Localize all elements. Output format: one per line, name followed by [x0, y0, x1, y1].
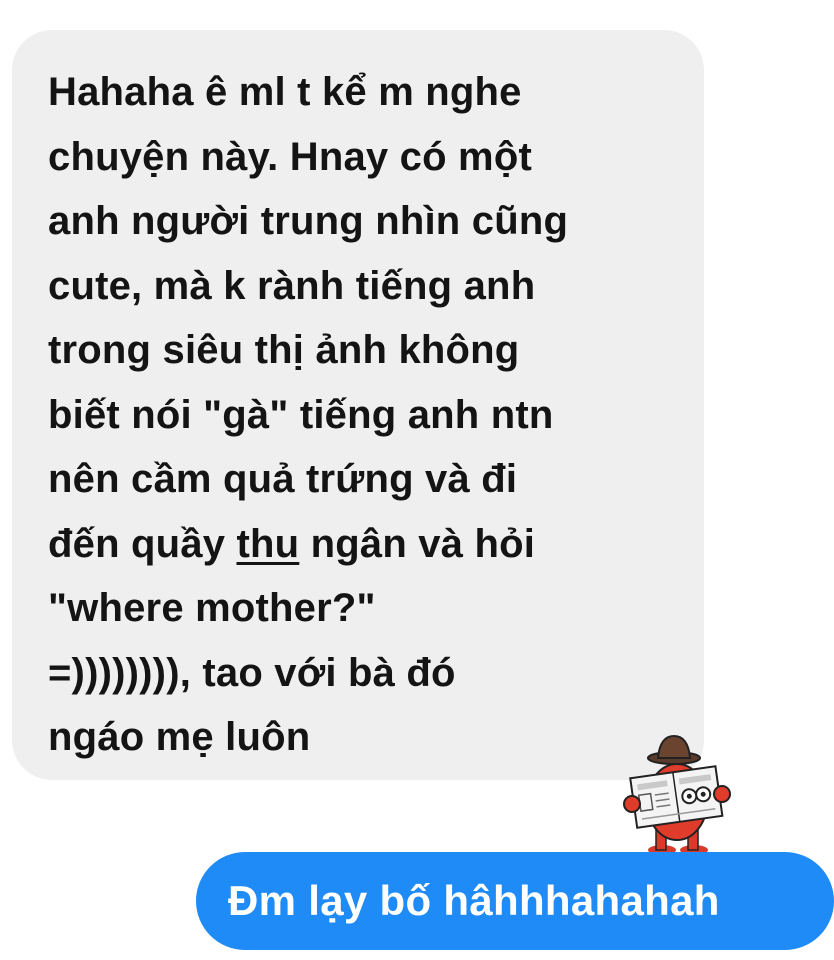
received-message-bubble[interactable]: Hahaha ê ml t kể m nghe chuyện này. Hnay… [12, 30, 704, 780]
underlined-word: thu [236, 521, 300, 566]
newspaper-reader-sticker-icon[interactable] [612, 722, 742, 857]
received-message-line: Hahaha ê ml t kể m nghe [48, 70, 522, 114]
received-message-line: "where mother?" [48, 586, 376, 630]
received-message-line: ngáo mẹ luôn [48, 715, 311, 759]
received-message-line: biết nói "gà" tiếng anh ntn [48, 392, 554, 437]
received-message-line: trong siêu thị ảnh không [48, 328, 520, 372]
received-message-line: =)))))))), tao với bà đó [48, 650, 456, 695]
received-message-line: chuyện này. Hnay có một [48, 134, 532, 179]
received-message-line-with-underline: đến quầy thu ngân và hỏi [48, 512, 684, 577]
line-part-before: đến quầy [48, 521, 237, 566]
line-part-after: ngân và hỏi [299, 521, 536, 566]
sent-message-bubble[interactable]: Đm lạy bố hâhhhahahah [196, 852, 834, 950]
received-message-line: cute, mà k rành tiếng anh [48, 263, 536, 308]
received-message-line: nên cầm quả trứng và đi [48, 457, 518, 501]
received-message-line: anh người trung nhìn cũng [48, 199, 569, 243]
sent-message-text: Đm lạy bố hâhhhahahah [228, 877, 720, 924]
